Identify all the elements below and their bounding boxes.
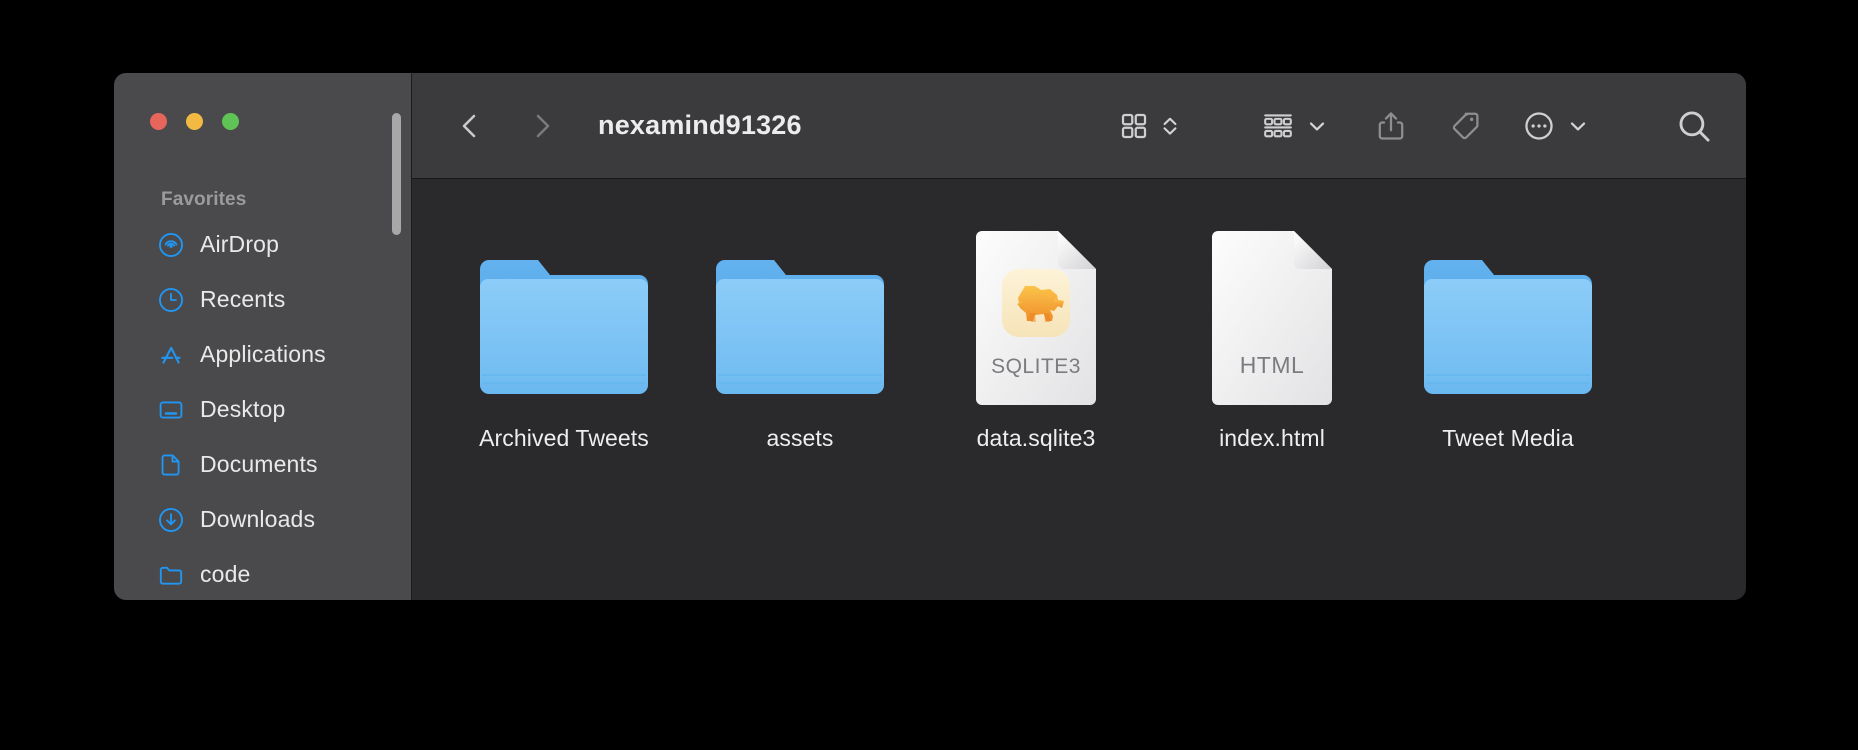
finder-window: Favorites AirDrop Recents Applications D… xyxy=(114,73,1746,600)
sidebar-item-code[interactable]: code xyxy=(140,547,383,600)
toolbar-actions xyxy=(1119,102,1746,150)
sidebar-section-favorites: Favorites xyxy=(161,189,247,210)
more-actions-control[interactable] xyxy=(1523,102,1590,150)
file-item[interactable]: Archived Tweets xyxy=(446,227,682,452)
sidebar-item-label: Documents xyxy=(200,451,318,477)
sidebar-item-label: Recents xyxy=(200,286,286,312)
file-item[interactable]: SQLITE3 data.sqlite3 xyxy=(918,227,1154,452)
file-item[interactable]: HTML index.html xyxy=(1154,227,1390,452)
downloads-icon xyxy=(158,507,184,533)
sidebar-item-label: Applications xyxy=(200,341,326,367)
folder-icon xyxy=(682,227,918,407)
search-icon[interactable] xyxy=(1676,102,1712,150)
ellipsis-circle-icon[interactable] xyxy=(1523,102,1555,150)
group-list-icon[interactable] xyxy=(1262,102,1294,150)
sidebar-scrollbar[interactable] xyxy=(392,113,401,235)
forward-button[interactable] xyxy=(520,104,564,148)
folder-icon xyxy=(1390,227,1626,407)
page-title: nexamind91326 xyxy=(598,110,802,140)
sidebar-item-recents[interactable]: Recents xyxy=(140,272,383,327)
sidebar: Favorites AirDrop Recents Applications D… xyxy=(114,73,411,600)
sidebar-item-documents[interactable]: Documents xyxy=(140,437,383,492)
minimize-button[interactable] xyxy=(186,113,203,130)
file-grid: Archived Tweets assets SQLITE3 data.sqli… xyxy=(412,179,1746,600)
sidebar-item-downloads[interactable]: Downloads xyxy=(140,492,383,547)
sqlite-document-icon: SQLITE3 xyxy=(918,227,1154,407)
sidebar-item-label: code xyxy=(200,561,251,587)
zoom-button[interactable] xyxy=(222,113,239,130)
folder-icon xyxy=(446,227,682,407)
file-item[interactable]: Tweet Media xyxy=(1390,227,1626,452)
file-label: data.sqlite3 xyxy=(976,425,1096,451)
sidebar-item-label: Desktop xyxy=(200,396,286,422)
folder-icon xyxy=(158,562,184,588)
back-button[interactable] xyxy=(448,104,492,148)
sidebar-item-applications[interactable]: Applications xyxy=(140,327,383,382)
traffic-lights xyxy=(150,113,239,130)
airdrop-icon xyxy=(158,232,184,258)
file-label: Tweet Media xyxy=(1442,425,1574,451)
clock-icon xyxy=(158,287,184,313)
main-pane: nexamind91326 Archived Tweets assets SQL… xyxy=(411,73,1746,600)
file-label: assets xyxy=(766,425,834,451)
html-document-icon: HTML xyxy=(1154,227,1390,407)
chevron-down-icon[interactable] xyxy=(1566,102,1590,150)
sidebar-item-airdrop[interactable]: AirDrop xyxy=(140,217,383,272)
desktop-icon xyxy=(158,397,184,423)
close-button[interactable] xyxy=(150,113,167,130)
toolbar: nexamind91326 xyxy=(412,73,1746,179)
file-item[interactable]: assets xyxy=(682,227,918,452)
view-mode-control[interactable] xyxy=(1119,102,1182,150)
file-label: index.html xyxy=(1219,425,1325,451)
sidebar-scroll-area: Favorites AirDrop Recents Applications D… xyxy=(114,183,411,600)
share-icon[interactable] xyxy=(1375,102,1407,150)
sidebar-item-label: AirDrop xyxy=(200,231,280,257)
sidebar-item-desktop[interactable]: Desktop xyxy=(140,382,383,437)
file-label: Archived Tweets xyxy=(479,425,649,451)
group-by-control[interactable] xyxy=(1262,102,1329,150)
document-icon xyxy=(158,452,184,478)
chevron-up-down-icon[interactable] xyxy=(1158,102,1182,150)
tag-icon[interactable] xyxy=(1449,102,1481,150)
grid-view-icon[interactable] xyxy=(1119,102,1149,150)
svg-text:HTML: HTML xyxy=(1240,352,1305,378)
applications-icon xyxy=(158,342,184,368)
sidebar-item-label: Downloads xyxy=(200,506,316,532)
chevron-down-icon[interactable] xyxy=(1305,102,1329,150)
svg-text:SQLITE3: SQLITE3 xyxy=(991,355,1081,378)
